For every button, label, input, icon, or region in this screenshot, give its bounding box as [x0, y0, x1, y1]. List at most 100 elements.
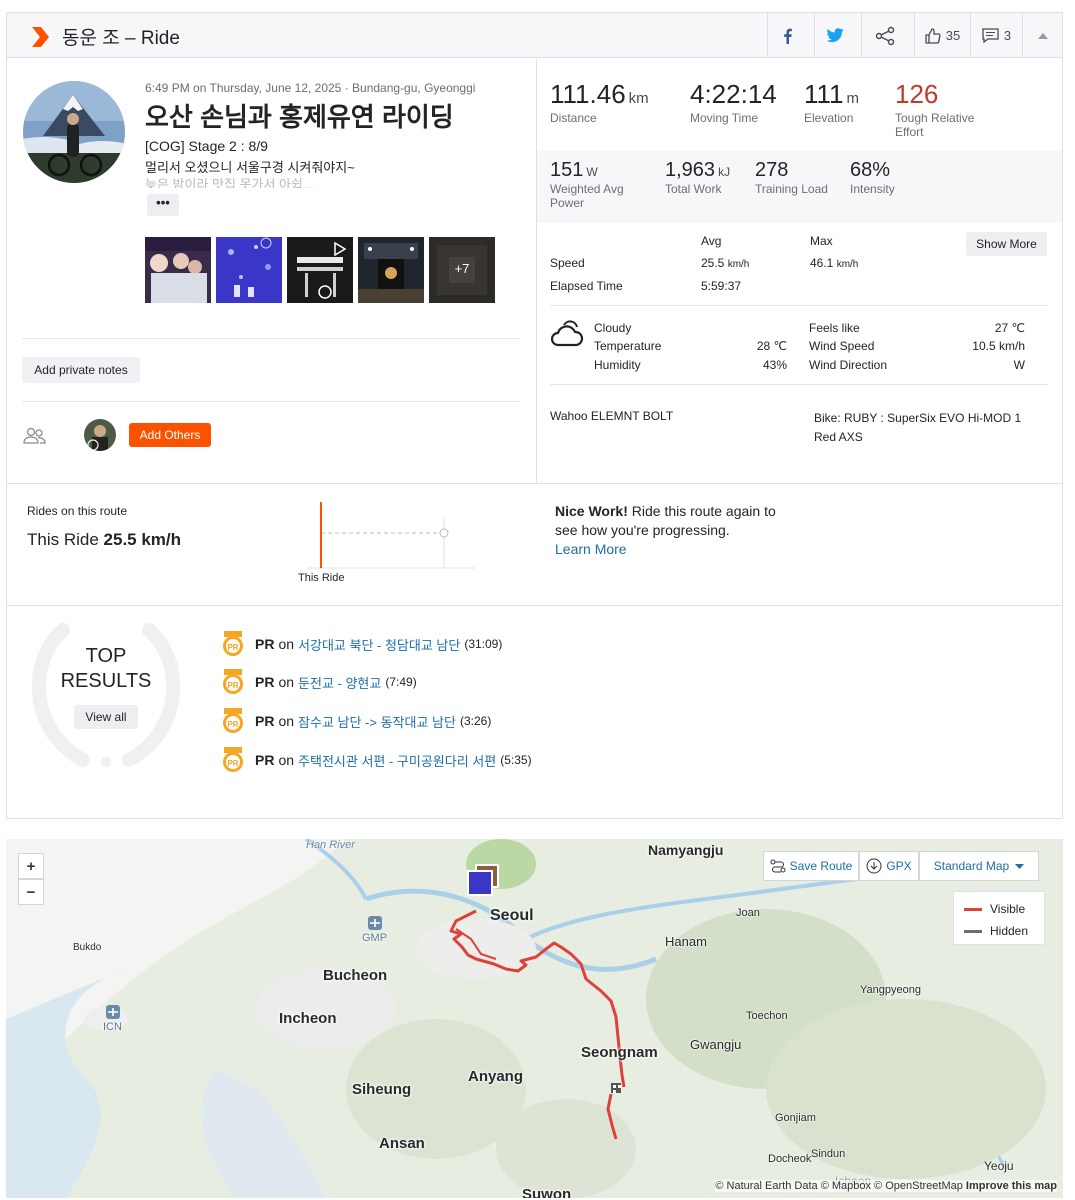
description-more-button[interactable]: ••• [147, 194, 179, 216]
zoom-in-button[interactable]: + [18, 853, 44, 879]
map-label-toechon: Toechon [746, 1010, 788, 1022]
pr-on: on [278, 713, 295, 729]
legend-swatch-visible [964, 907, 982, 911]
segment-link[interactable]: 잠수교 남단 -> 동작대교 남단 [298, 712, 456, 731]
facebook-share-button[interactable] [767, 13, 807, 58]
stat-intensity: 68% Intensity [850, 159, 895, 196]
stat-unit: kJ [718, 165, 731, 179]
photo-thumbnail[interactable] [216, 237, 282, 303]
speed-max-value: 46.1 [810, 256, 834, 270]
save-route-button[interactable]: Save Route [763, 851, 859, 881]
map-label-gwangju: Gwangju [690, 1037, 742, 1052]
pr-badge-text: PR [227, 681, 238, 690]
stat-label: Training Load [755, 182, 828, 196]
map-label-gmp: GMP [362, 932, 388, 944]
athlete-avatar[interactable] [23, 81, 125, 183]
video-thumbnail[interactable] [287, 237, 353, 303]
map-label-joan: Joan [736, 907, 760, 919]
caret-down-icon [1015, 863, 1025, 869]
stat-unit: m [846, 90, 860, 107]
attribution-text: © Natural Earth Data © Mapbox © OpenStre… [715, 1180, 966, 1192]
collapse-button[interactable] [1022, 13, 1062, 58]
stat-weighted-power: 151 W Weighted Avg Power [550, 159, 650, 210]
twitter-share-button[interactable] [814, 13, 854, 58]
zoom-out-button[interactable]: − [18, 879, 44, 905]
stat-training-load: 278 Training Load [755, 159, 828, 196]
view-all-button[interactable]: View all [74, 705, 138, 729]
learn-more-link[interactable]: Learn More [555, 540, 795, 559]
legend-swatch-hidden [964, 929, 982, 933]
share-button[interactable] [861, 13, 907, 58]
stat-total-work: 1,963 kJ Total Work [665, 159, 730, 196]
route-map[interactable]: Han River Namyangju Seoul Joan Hanam Buk… [6, 839, 1063, 1198]
divider [22, 338, 520, 339]
gpx-download-button[interactable]: GPX [859, 851, 919, 881]
kudos-button[interactable]: 35 [914, 13, 970, 58]
segment-link[interactable]: 둔전교 - 양현교 [298, 673, 381, 692]
speed-label: Speed [550, 256, 585, 270]
segment-link[interactable]: 주택전시관 서편 - 구미공원다리 서편 [298, 751, 496, 770]
stat-label: Tough Relative Effort [895, 111, 975, 139]
speed-unit: km/h [836, 259, 859, 270]
route-icon [770, 859, 786, 873]
humidity-value: 43% [762, 358, 787, 372]
cloudy-icon [550, 320, 584, 347]
pr-time: (7:49) [385, 675, 417, 689]
top-results-title-line: TOP [85, 645, 127, 667]
elapsed-time-label: Elapsed Time [550, 279, 623, 293]
legend-visible[interactable]: Visible [964, 902, 1025, 916]
stat-value: 111 [804, 79, 844, 109]
photo-thumbnail[interactable] [145, 237, 211, 303]
athlete-avatar-small[interactable] [84, 419, 116, 451]
wind-direction-value: W [1013, 358, 1025, 372]
map-label-yeoju: Yeoju [984, 1159, 1014, 1173]
pr-on: on [278, 752, 295, 768]
map-label-seoul: Seoul [490, 907, 534, 924]
map-label-icn: ICN [103, 1021, 122, 1033]
share-icon [875, 26, 894, 45]
activity-name: 오산 손님과 홍제유연 라이딩 [145, 102, 454, 132]
airport-icon-icn [106, 1005, 120, 1019]
stat-value: 278 [755, 159, 789, 181]
map-label-yangpyeong: Yangpyeong [860, 984, 921, 996]
activity-card: 동운 조 – Ride 35 3 6:49 PM on Thursday, Ju… [6, 12, 1063, 819]
download-icon [866, 858, 882, 874]
wind-speed-label: Wind Speed [809, 339, 875, 353]
map-label-seongnam: Seongnam [581, 1044, 658, 1061]
elapsed-time-value: 5:59:37 [701, 279, 742, 293]
stat-moving-time: 4:22:14 Moving Time [690, 79, 777, 125]
route-chart [307, 502, 475, 569]
pr-badge-label: PR [255, 636, 275, 652]
stat-relative-effort[interactable]: 126 Tough Relative Effort [895, 79, 1005, 139]
route-legend: Visible Hidden [953, 891, 1045, 945]
stat-label: Intensity [850, 182, 895, 196]
stat-elevation: 111 m Elevation [804, 79, 859, 125]
pr-on: on [278, 674, 295, 690]
bike-name[interactable]: Bike: RUBY : SuperSix EVO Hi-MOD 1 Red A… [814, 409, 1044, 447]
this-ride-value: 25.5 km/h [103, 530, 182, 549]
comments-button[interactable]: 3 [970, 13, 1022, 58]
map-label-bukdo: Bukdo [73, 942, 102, 953]
device-name: Wahoo ELEMNT BOLT [550, 409, 674, 423]
legend-hidden[interactable]: Hidden [964, 924, 1028, 938]
avg-column-header: Avg [701, 234, 722, 248]
gpx-label: GPX [886, 859, 912, 873]
comment-icon [982, 28, 999, 43]
show-more-button[interactable]: Show More [966, 232, 1047, 256]
segment-link[interactable]: 서강대교 북단 - 청담대교 남단 [298, 635, 460, 654]
map-type-select[interactable]: Standard Map [919, 851, 1039, 881]
top-results-title-line: RESULTS [60, 670, 152, 692]
pr-time: (31:09) [464, 637, 503, 651]
stat-label: Elevation [804, 111, 854, 125]
stat-label: Distance [550, 111, 597, 125]
more-photos-thumbnail[interactable]: +7 [429, 237, 495, 303]
description-line-faded: 늦은 밤이라 맛집 못가서 아쉽... [145, 177, 314, 188]
weather-condition: Cloudy [594, 321, 632, 335]
map-canvas [6, 839, 1063, 1198]
add-others-button[interactable]: Add Others [129, 423, 211, 447]
add-private-notes-button[interactable]: Add private notes [22, 357, 140, 383]
photo-thumbnail[interactable] [358, 237, 424, 303]
map-label-suwon: Suwon [522, 1186, 572, 1198]
wind-direction-label: Wind Direction [809, 358, 888, 372]
improve-map-link[interactable]: Improve this map [966, 1180, 1057, 1192]
